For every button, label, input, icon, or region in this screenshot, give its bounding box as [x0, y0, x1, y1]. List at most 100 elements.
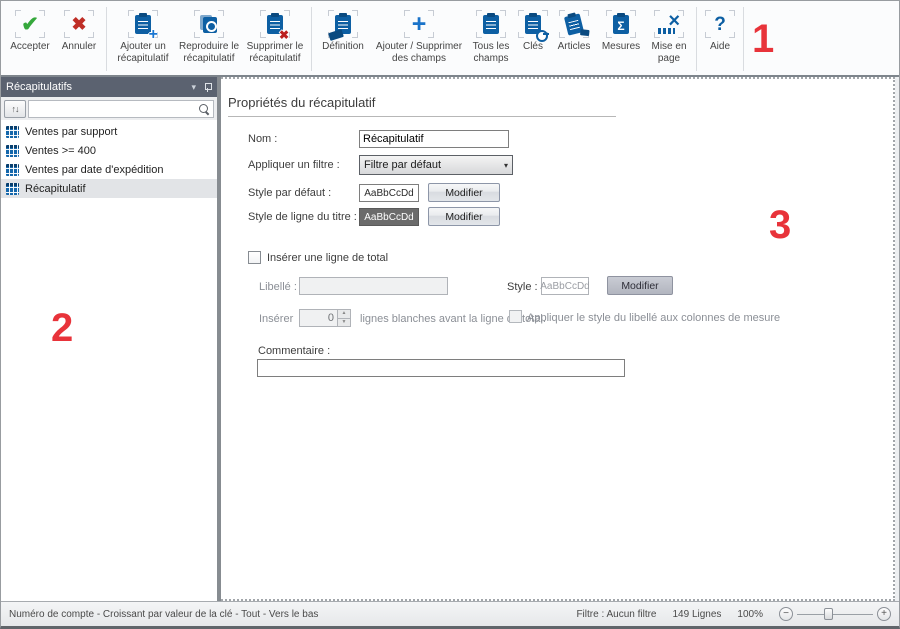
toolbar-separator: [106, 7, 107, 71]
accept-icon: ✔: [15, 10, 45, 38]
add-summary-button[interactable]: + Ajouter un récapitulatif: [110, 3, 176, 75]
insert-label: Insérer: [259, 313, 293, 325]
all-fields-icon: [476, 10, 506, 38]
toolbar-button-label: Articles: [558, 41, 591, 53]
toolbar-button-label: Reproduire le récapitulatif: [176, 41, 242, 64]
default-style-label: Style par défaut :: [248, 187, 331, 199]
toolbar-button-label: Clés: [523, 41, 543, 53]
toolbar-button-label: Ajouter / Supprimer des champs: [371, 41, 467, 64]
measures-button[interactable]: Σ Mesures: [597, 3, 645, 75]
total-line-checkbox-label: Insérer une ligne de total: [267, 252, 388, 264]
list-item-label: Ventes par date d'expédition: [25, 164, 163, 176]
chevron-down-icon: ▾: [504, 161, 508, 170]
toolbar-button-label: Aide: [710, 41, 730, 53]
delete-summary-button[interactable]: ✖ Supprimer le récapitulatif: [242, 3, 308, 75]
definition-button[interactable]: Définition: [315, 3, 371, 75]
toolbar-button-label: Définition: [322, 41, 364, 53]
toolbar-button-label: Ajouter un récapitulatif: [110, 41, 176, 64]
summary-table-icon: [6, 164, 19, 176]
comment-label: Commentaire :: [258, 345, 330, 357]
default-style-preview: AaBbCcDd: [359, 184, 419, 202]
apply-style-checkbox[interactable]: [509, 310, 522, 323]
page-layout-icon: ×: [654, 10, 684, 38]
chevron-down-icon[interactable]: ▾: [191, 82, 196, 93]
comment-input[interactable]: [257, 359, 625, 377]
articles-icon: [559, 10, 589, 38]
toolbar-button-label: Supprimer le récapitulatif: [242, 41, 308, 64]
label-style-preview: AaBbCcDd: [541, 277, 589, 295]
summary-table-icon: [6, 145, 19, 157]
label-style-modify-button[interactable]: Modifier: [607, 276, 673, 295]
page-layout-button[interactable]: × Mise en page: [645, 3, 693, 75]
sidebar-search-input[interactable]: [29, 101, 198, 117]
toolbar-button-label: Mise en page: [645, 41, 693, 64]
status-bar: Numéro de compte - Croissant par valeur …: [1, 601, 899, 626]
duplicate-summary-icon: [194, 10, 224, 38]
style-label: Style :: [507, 281, 538, 293]
duplicate-summary-button[interactable]: Reproduire le récapitulatif: [176, 3, 242, 75]
summary-table-icon: [6, 126, 19, 138]
toolbar-button-label: Tous les champs: [467, 41, 515, 64]
list-item[interactable]: Ventes par date d'expédition: [1, 160, 217, 179]
title-rule: [228, 116, 616, 117]
zoom-out-button[interactable]: −: [779, 607, 793, 621]
name-input[interactable]: [359, 130, 509, 148]
status-sort-text: Numéro de compte - Croissant par valeur …: [9, 609, 318, 620]
summary-properties-window: ✔ Accepter ✖ Annuler + Ajouter un récapi…: [0, 0, 900, 629]
keys-button[interactable]: Clés: [515, 3, 551, 75]
definition-icon: [328, 10, 358, 38]
sort-button[interactable]: ↑↓: [4, 100, 26, 118]
toolbar-button-label: Accepter: [10, 41, 49, 53]
add-remove-fields-button[interactable]: + Ajouter / Supprimer des champs: [371, 3, 467, 75]
sidebar-search-box: [28, 100, 214, 118]
list-item-label: Récapitulatif: [25, 183, 86, 195]
accept-button[interactable]: ✔ Accepter: [5, 3, 55, 75]
measures-icon: Σ: [606, 10, 636, 38]
zoom-slider[interactable]: [797, 607, 873, 621]
zoom-slider-thumb[interactable]: [824, 608, 833, 620]
summaries-list: Ventes par support Ventes >= 400 Ventes …: [1, 120, 217, 601]
all-fields-button[interactable]: Tous les champs: [467, 3, 515, 75]
pin-icon[interactable]: [203, 82, 212, 93]
annotation-2: 2: [51, 308, 73, 348]
status-lines-text: 149 Lignes: [672, 609, 721, 620]
title-style-modify-button[interactable]: Modifier: [428, 207, 500, 226]
list-item-label: Ventes >= 400: [25, 145, 96, 157]
zoom-in-button[interactable]: +: [877, 607, 891, 621]
status-filter-text: Filtre : Aucun filtre: [576, 609, 656, 620]
list-item[interactable]: Ventes par support: [1, 122, 217, 141]
add-remove-fields-icon: +: [404, 10, 434, 38]
cancel-icon: ✖: [64, 10, 94, 38]
blank-lines-spinner: 0 ▲ ▼: [299, 309, 351, 327]
list-item-selected[interactable]: Récapitulatif: [1, 179, 217, 198]
sidebar-header: Récapitulatifs ▾: [1, 77, 217, 97]
status-right-cluster: Filtre : Aucun filtre 149 Lignes 100% − …: [576, 607, 891, 621]
list-item-label: Ventes par support: [25, 126, 117, 138]
spinner-down-button[interactable]: ▼: [338, 319, 351, 328]
toolbar-separator: [696, 7, 697, 71]
title-style-preview: AaBbCcDd: [359, 208, 419, 226]
cancel-button[interactable]: ✖ Annuler: [55, 3, 103, 75]
toolbar-separator: [311, 7, 312, 71]
total-line-checkbox[interactable]: [248, 251, 261, 264]
sidebar-title: Récapitulatifs: [6, 81, 191, 93]
filter-select[interactable]: Filtre par défaut ▾: [359, 155, 513, 175]
annotation-1: 1: [752, 19, 774, 59]
label-input[interactable]: [299, 277, 448, 295]
name-label: Nom :: [248, 133, 277, 145]
delete-summary-icon: ✖: [260, 10, 290, 38]
toolbar-button-label: Annuler: [62, 41, 96, 53]
spinner-up-button[interactable]: ▲: [338, 309, 351, 319]
add-summary-icon: +: [128, 10, 158, 38]
summaries-sidebar: Récapitulatifs ▾ ↑↓ Ventes par support V…: [1, 77, 217, 601]
default-style-modify-button[interactable]: Modifier: [428, 183, 500, 202]
filter-select-value: Filtre par défaut: [364, 159, 441, 171]
search-icon: [198, 103, 210, 115]
spinner-value[interactable]: 0: [299, 309, 338, 327]
help-button[interactable]: ? Aide: [700, 3, 740, 75]
title-style-label: Style de ligne du titre :: [248, 211, 357, 223]
list-item[interactable]: Ventes >= 400: [1, 141, 217, 160]
articles-button[interactable]: Articles: [551, 3, 597, 75]
help-icon: ?: [705, 10, 735, 38]
label-field-label: Libellé :: [259, 281, 297, 293]
